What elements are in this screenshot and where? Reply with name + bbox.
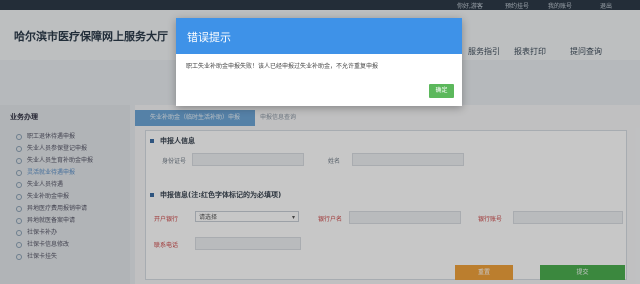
dialog-message: 职工失业补助金申报失败！该人已经申报过失业补助金，不允许重复申报 — [186, 63, 379, 70]
dialog-title: 错误提示 — [187, 31, 231, 44]
ok-button[interactable]: 确定 — [429, 84, 454, 98]
